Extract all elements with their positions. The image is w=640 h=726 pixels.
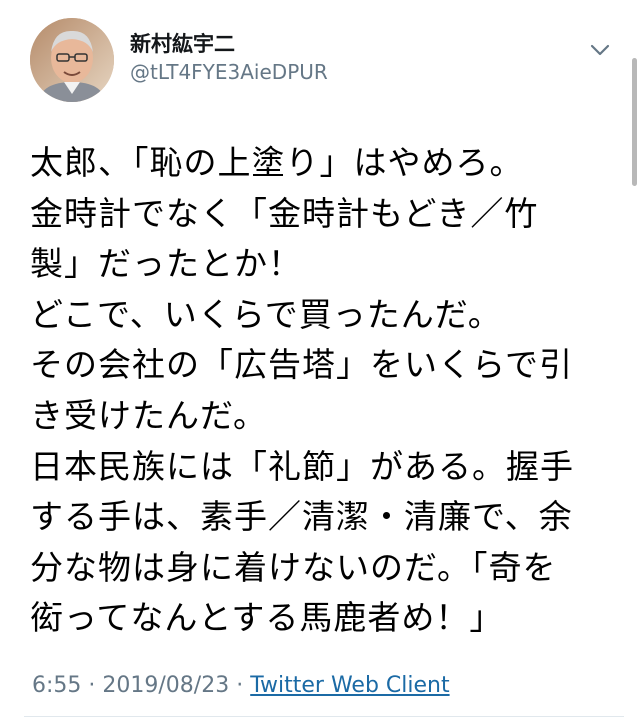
- tweet-text-line: 製」だったとか！: [30, 244, 302, 284]
- tweet-meta: 6:55 · 2019/08/23 · Twitter Web Client: [32, 672, 450, 700]
- user-names: 新村紘宇二 @tLT4FYE3AieDPUR: [130, 30, 328, 86]
- tweet-card: 新村紘宇二 @tLT4FYE3AieDPUR 太郎、「恥の上塗り」はやめろ。 金…: [0, 0, 640, 726]
- scrollbar[interactable]: [632, 58, 637, 186]
- chevron-down-icon[interactable]: [588, 38, 612, 62]
- tweet-text-line: き受けたんだ。: [30, 395, 268, 435]
- tweet-time[interactable]: 6:55: [32, 673, 81, 698]
- display-name[interactable]: 新村紘宇二: [130, 30, 328, 58]
- tweet-text-line: その会社の「広告塔」をいくらで引: [30, 345, 574, 385]
- user-handle[interactable]: @tLT4FYE3AieDPUR: [130, 58, 328, 86]
- divider: [24, 716, 624, 717]
- tweet-text-line: 太郎、「恥の上塗り」はやめろ。: [30, 143, 524, 182]
- avatar[interactable]: [30, 18, 114, 102]
- tweet-text-line: 分な物は身に着けないのだ。「奇を: [30, 547, 557, 587]
- tweet-text-line: 衒ってなんとする馬鹿者め！」: [30, 598, 504, 638]
- tweet-text-line: どこで、いくらで買ったんだ。: [30, 294, 502, 334]
- meta-separator: ·: [88, 673, 96, 698]
- tweet-text-line: 金時計でなく「金時計もどき／竹: [30, 193, 539, 233]
- meta-separator: ·: [236, 673, 244, 698]
- tweet-text-line: する手は、素手／清潔・清廉で、余: [30, 497, 573, 537]
- tweet-text-line: 日本民族には「礼節」がある。握手: [30, 446, 574, 486]
- client-link[interactable]: Twitter Web Client: [250, 673, 449, 698]
- tweet-date[interactable]: 2019/08/23: [102, 673, 229, 698]
- tweet-header: 新村紘宇二 @tLT4FYE3AieDPUR: [30, 18, 620, 108]
- user-avatar-photo-icon: [30, 18, 114, 102]
- tweet-text: 太郎、「恥の上塗り」はやめろ。 金時計でなく「金時計もどき／竹 製」だったとか！…: [30, 138, 620, 644]
